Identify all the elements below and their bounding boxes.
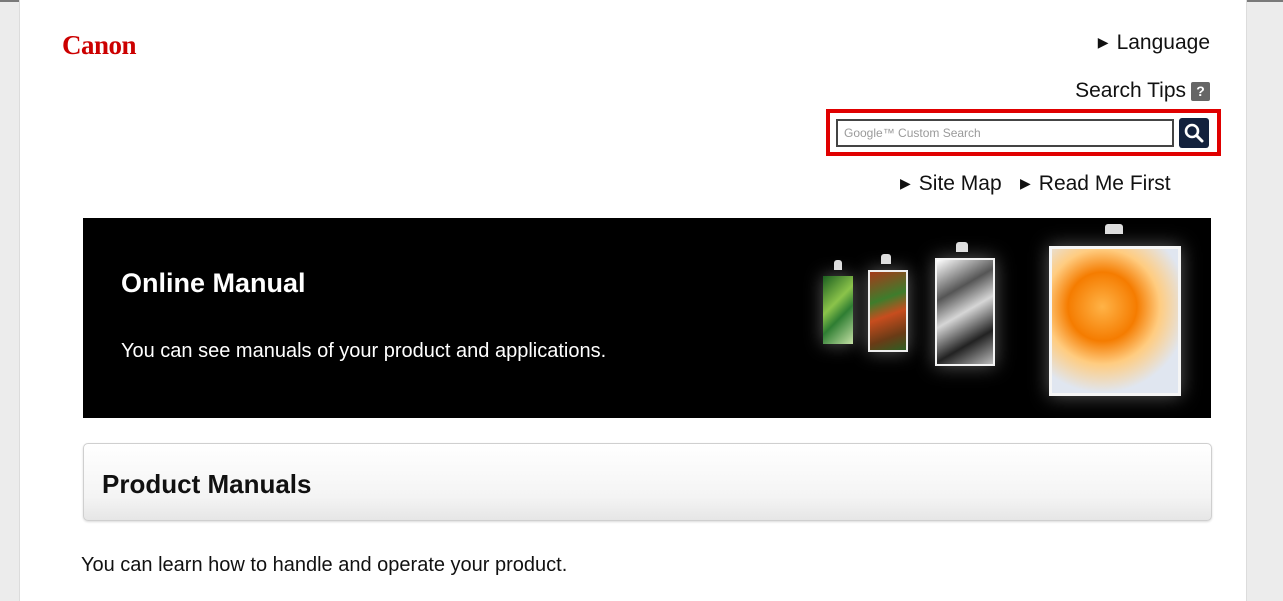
section-description: You can learn how to handle and operate … (81, 554, 568, 576)
lamp-icon (956, 242, 968, 252)
lamp-icon (1105, 224, 1123, 234)
site-map-link[interactable]: ▶ Site Map (900, 172, 1002, 196)
site-map-label: Site Map (918, 172, 1002, 195)
banner-title: Online Manual (121, 268, 306, 298)
photo-flowers-red (868, 270, 908, 352)
arrow-right-icon: ▶ (1020, 175, 1031, 191)
section-title: Product Manuals (102, 469, 312, 499)
photo-tower-bw (935, 258, 995, 366)
canon-logo[interactable]: Canon (62, 30, 137, 61)
search-tips-link[interactable]: Search Tips (1075, 79, 1186, 103)
lamp-icon (881, 254, 891, 264)
help-icon[interactable]: ? (1191, 82, 1210, 101)
lamp-icon (834, 260, 842, 270)
read-me-first-link[interactable]: ▶ Read Me First (1020, 172, 1171, 196)
read-me-first-label: Read Me First (1038, 172, 1171, 195)
product-manuals-header[interactable]: Product Manuals (83, 443, 1212, 521)
online-manual-banner: Online Manual You can see manuals of you… (83, 218, 1211, 418)
language-link[interactable]: ▶ Language (1098, 31, 1210, 55)
page-container: Canon ▶Language Search Tips ? ▶Site Map … (19, 0, 1247, 601)
search-highlight-box (826, 109, 1221, 156)
search-button[interactable] (1179, 118, 1209, 148)
arrow-right-icon: ▶ (900, 175, 911, 191)
photo-tulips (1049, 246, 1181, 396)
arrow-right-icon: ▶ (1097, 34, 1109, 50)
search-input[interactable] (836, 119, 1174, 147)
banner-description: You can see manuals of your product and … (121, 340, 607, 362)
photo-leaves (823, 276, 853, 344)
search-icon (1184, 123, 1204, 143)
language-label: Language (1116, 31, 1210, 54)
